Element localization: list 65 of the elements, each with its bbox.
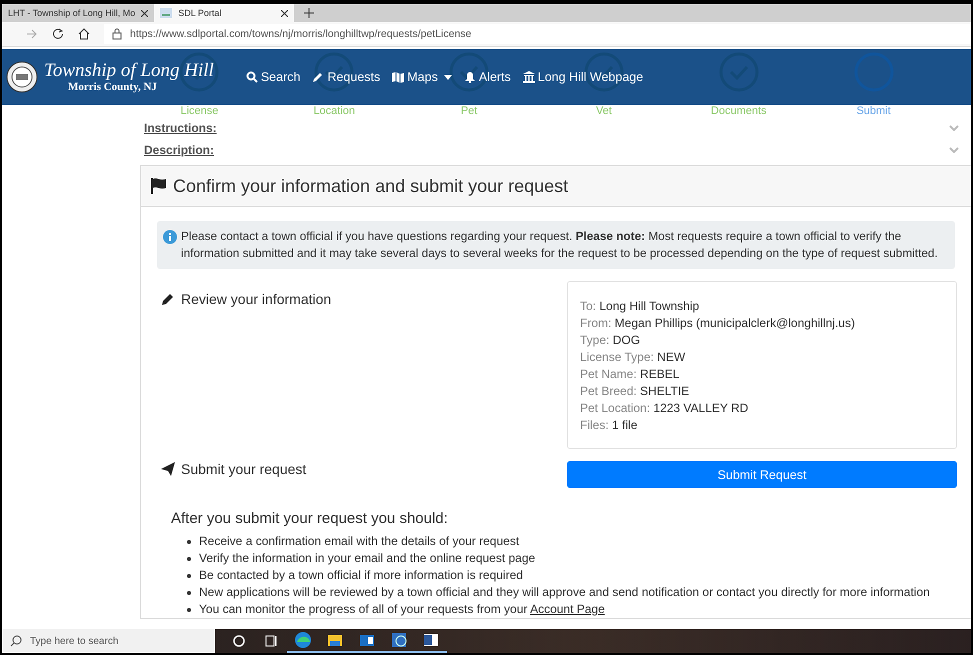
step-label: Vet bbox=[596, 105, 612, 117]
pen-icon bbox=[161, 292, 175, 306]
globe-icon bbox=[389, 630, 409, 650]
flag-icon bbox=[151, 178, 167, 194]
review-line: To: Long Hill Township bbox=[580, 298, 700, 315]
nav-link[interactable]: Alerts bbox=[464, 70, 511, 84]
webpage-icon bbox=[522, 71, 535, 83]
nav-link[interactable]: Requests bbox=[312, 70, 380, 84]
step-label: License bbox=[180, 105, 218, 117]
review-line: Pet Breed: SHELTIE bbox=[580, 383, 690, 400]
alert-text: Please contact a town official if you have questions regarding your request. Please note: Most requests require a town official to verify the information submitted and it may take several days to several weeks for the request to be processed depending on the type of request submitted. bbox=[181, 228, 939, 262]
step-label: Pet bbox=[460, 105, 478, 117]
step-label: Documents bbox=[710, 105, 767, 117]
requests-icon bbox=[312, 71, 324, 83]
account-page-link[interactable]: Account Page bbox=[530, 602, 605, 616]
review-line: Pet Name: REBEL bbox=[580, 366, 680, 383]
home-icon bbox=[78, 28, 90, 40]
site-favicon bbox=[160, 8, 172, 18]
section-link[interactable]: Description: bbox=[144, 143, 214, 157]
browser-tab[interactable]: SDL Portal bbox=[154, 4, 294, 22]
review-line: Type: DOG bbox=[580, 332, 642, 349]
submit-request-button[interactable]: Submit Request bbox=[567, 461, 957, 488]
nav-link[interactable]: Search bbox=[246, 70, 300, 84]
bullet-icon bbox=[187, 574, 191, 578]
taskbar-search-field[interactable]: Type here to search bbox=[2, 629, 215, 653]
review-line: Files: 1 file bbox=[580, 417, 638, 434]
refresh-icon bbox=[52, 28, 64, 40]
taskbar-app-button[interactable] bbox=[287, 629, 319, 653]
bullet-icon bbox=[187, 590, 191, 594]
site-subtitle: Morris County, NJ bbox=[67, 81, 158, 93]
address-bar[interactable]: https://www.sdlportal.com/towns/nj/morris/longhilltwp/requests/petLicense bbox=[104, 24, 971, 44]
review-line: From: Megan Phillips (municipalclerk@longhillnj.us) bbox=[580, 315, 856, 332]
search-icon bbox=[246, 71, 258, 83]
after-submit-heading: After you submit your request you should: bbox=[171, 510, 449, 527]
step-label: Location bbox=[313, 105, 356, 117]
site-title: Township of Long Hill bbox=[44, 61, 214, 81]
bullet-icon bbox=[187, 608, 191, 612]
submit-heading: Submit your request bbox=[181, 461, 306, 477]
list-item-text: Be contacted by a town official if more information is required bbox=[199, 567, 523, 584]
list-item-text: Verify the information in your email and the online request page bbox=[199, 550, 536, 567]
nav-link[interactable]: Maps bbox=[392, 70, 452, 84]
step-label: Submit bbox=[856, 105, 891, 117]
list-item-text: New applications will be reviewed by a town official and they will approve and send notification or contact you directly for more information bbox=[199, 584, 930, 601]
review-line: License Type: NEW bbox=[580, 349, 686, 366]
paper-plane-icon bbox=[161, 462, 175, 476]
township-seal-icon bbox=[6, 61, 38, 93]
search-icon bbox=[10, 635, 22, 647]
lock-icon bbox=[112, 28, 122, 40]
bullet-icon bbox=[187, 540, 191, 544]
alerts-icon bbox=[464, 71, 476, 83]
section-link[interactable]: Instructions: bbox=[144, 121, 217, 135]
review-heading: Review your information bbox=[181, 291, 332, 307]
bullet-icon bbox=[187, 556, 191, 560]
new-tab-icon bbox=[304, 8, 314, 18]
tab-close-icon bbox=[281, 10, 288, 16]
list-item-text: You can monitor the progress of all of your requests from your Account Page bbox=[199, 601, 605, 618]
tab-close-icon bbox=[141, 10, 148, 16]
nav-link[interactable]: Long Hill Webpage bbox=[522, 70, 644, 84]
list-item-text: Receive a confirmation email with the details of your request bbox=[199, 533, 520, 550]
review-line: Pet Location: 1223 VALLEY RD bbox=[580, 400, 750, 417]
card-title: Confirm your information and submit your request bbox=[173, 176, 568, 196]
edge-icon bbox=[293, 630, 313, 650]
forward-icon bbox=[26, 29, 38, 39]
info-icon bbox=[163, 230, 177, 244]
maps-icon bbox=[392, 71, 404, 83]
